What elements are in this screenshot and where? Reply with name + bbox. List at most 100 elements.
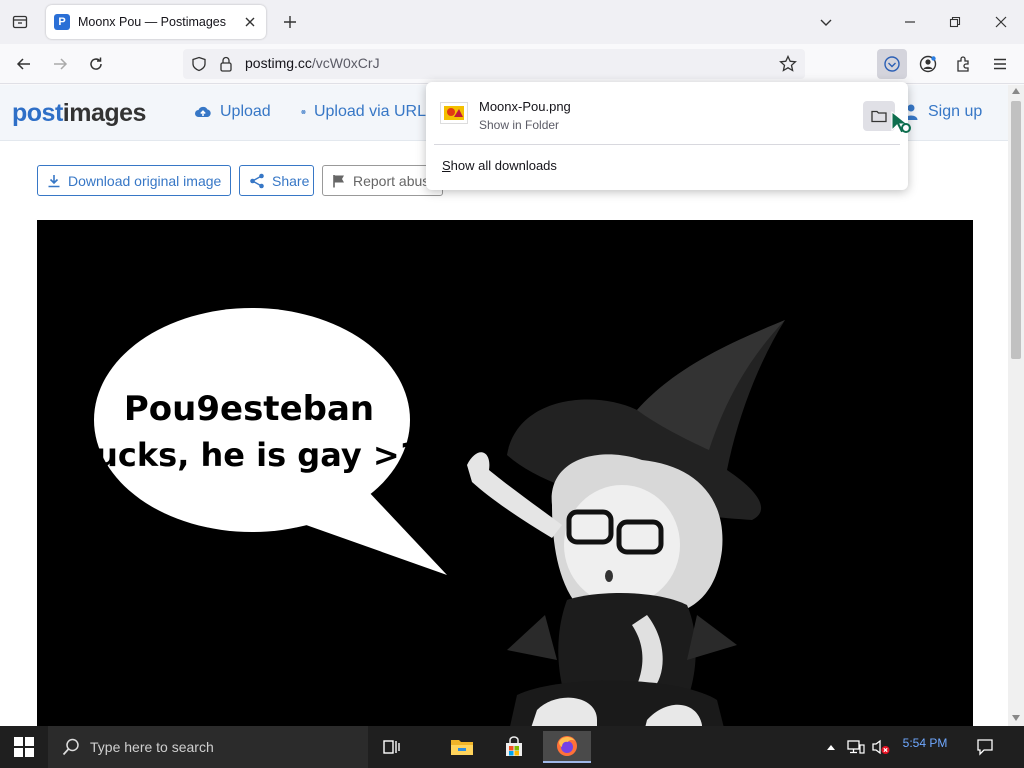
speech-text-line2: sucks, he is gay >3	[76, 436, 422, 474]
task-view-button[interactable]	[368, 731, 416, 763]
close-window-button[interactable]	[987, 8, 1015, 36]
tab-title: Moonx Pou — Postimages	[78, 15, 226, 29]
show-all-accesskey: S	[442, 158, 451, 173]
windows-logo-icon	[14, 737, 34, 757]
back-button[interactable]	[10, 50, 38, 78]
firefox-taskbar-button[interactable]	[543, 731, 591, 763]
download-label: Download original image	[68, 172, 222, 189]
windows-taskbar: Type here to search 5:54 PM	[0, 726, 1024, 768]
notification-icon	[977, 739, 993, 756]
downloads-panel: Moonx-Pou.png Show in Folder Show all do…	[426, 82, 908, 190]
search-icon	[62, 738, 79, 756]
volume-muted-icon	[872, 739, 890, 755]
address-bar[interactable]: postimg.cc/vcW0xCrJ	[183, 49, 805, 79]
app-menu-button[interactable]	[986, 50, 1014, 78]
tracking-protection-button[interactable]	[191, 56, 207, 72]
show-all-downloads-button[interactable]: Show all downloads	[442, 158, 557, 173]
downloads-separator	[434, 144, 900, 145]
download-item[interactable]: Moonx-Pou.png Show in Folder	[432, 90, 902, 140]
site-info-button[interactable]	[219, 56, 233, 72]
share-label: Share	[272, 172, 310, 189]
download-original-image-button[interactable]: Download original image	[37, 165, 231, 196]
tab-strip: P Moonx Pou — Postimages	[0, 0, 1024, 44]
anime-witch-illustration: Pou9esteban sucks, he is gay >3	[37, 220, 973, 726]
upload-via-url-link[interactable]: Upload via URL	[301, 103, 426, 121]
volume-button[interactable]	[871, 726, 891, 768]
active-tab[interactable]: P Moonx Pou — Postimages	[46, 5, 266, 39]
logo-part-post: post	[12, 99, 63, 127]
network-icon	[847, 740, 865, 754]
navigation-toolbar: postimg.cc/vcW0xCrJ	[0, 44, 1024, 84]
lock-icon	[220, 56, 232, 72]
download-file-name: Moonx-Pou.png	[479, 99, 571, 114]
search-placeholder: Type here to search	[90, 739, 214, 755]
page-scrollbar[interactable]	[1008, 85, 1024, 726]
scrollbar-thumb[interactable]	[1011, 101, 1021, 359]
sign-up-label: Sign up	[928, 103, 983, 120]
plus-icon	[284, 16, 296, 28]
start-button[interactable]	[0, 726, 48, 768]
logo-part-images: images	[62, 99, 147, 127]
image-file-icon	[440, 102, 468, 124]
file-explorer-button[interactable]	[438, 731, 486, 763]
tab-close-button[interactable]	[242, 14, 258, 30]
show-all-label: how all downloads	[450, 158, 557, 173]
puzzle-icon	[957, 56, 969, 72]
show-hidden-icons-button[interactable]	[826, 726, 836, 768]
forward-button[interactable]	[46, 50, 74, 78]
taskbar-search-box[interactable]: Type here to search	[48, 726, 368, 768]
globe-icon	[301, 109, 306, 115]
new-tab-button[interactable]	[278, 10, 302, 34]
network-status-icon-button[interactable]	[847, 726, 865, 768]
report-abuse-label: Report abuse	[353, 172, 438, 189]
store-icon	[506, 736, 522, 756]
report-abuse-button[interactable]: Report abuse	[322, 165, 443, 196]
speech-text-line1: Pou9esteban	[124, 389, 374, 429]
chevron-down-icon	[820, 19, 832, 26]
flag-icon	[333, 174, 344, 187]
shield-icon	[192, 56, 206, 72]
postimages-favicon-icon: P	[54, 14, 70, 30]
action-center-button[interactable]	[970, 736, 1000, 758]
extensions-button[interactable]	[950, 50, 978, 78]
hosted-image[interactable]: Pou9esteban sucks, he is gay >3	[37, 220, 973, 726]
star-icon	[779, 55, 797, 72]
tab-list-icon	[12, 15, 28, 29]
upload-link[interactable]: Upload	[194, 103, 271, 121]
account-button[interactable]	[914, 50, 942, 78]
close-icon	[245, 17, 255, 27]
microsoft-store-button[interactable]	[490, 731, 538, 763]
minimize-button[interactable]	[896, 8, 924, 36]
postimages-logo[interactable]: postimages	[12, 99, 146, 128]
hamburger-menu-icon	[994, 58, 1006, 70]
upload-via-url-label: Upload via URL	[313, 103, 426, 120]
scroll-up-arrow-icon	[1012, 88, 1020, 94]
firefox-icon	[557, 736, 577, 756]
cloud-upload-icon	[195, 106, 211, 117]
download-icon	[48, 174, 60, 187]
url-path: /vcW0xCrJ	[311, 55, 380, 71]
mouse-cursor-icon	[891, 110, 911, 134]
reload-icon	[90, 57, 102, 70]
taskbar-clock[interactable]: 5:54 PM	[895, 736, 955, 750]
url-text: postimg.cc/vcW0xCrJ	[245, 55, 380, 73]
bookmark-star-button[interactable]	[779, 55, 797, 73]
task-view-icon	[383, 740, 400, 754]
folder-icon	[451, 740, 473, 755]
chevron-up-icon	[827, 745, 835, 750]
arrow-left-icon	[16, 58, 30, 70]
arrow-right-icon	[54, 58, 68, 70]
tab-list-button[interactable]	[8, 10, 32, 34]
restore-button[interactable]	[941, 8, 969, 36]
url-domain: postimg.cc	[245, 55, 312, 71]
minimize-icon	[905, 21, 915, 23]
upload-label: Upload	[220, 103, 271, 120]
account-icon	[919, 55, 937, 73]
folder-icon	[871, 110, 887, 123]
reload-button[interactable]	[82, 50, 110, 78]
list-all-tabs-button[interactable]	[812, 8, 840, 36]
download-check-icon	[884, 56, 900, 72]
share-button[interactable]: Share	[239, 165, 314, 196]
close-icon	[995, 16, 1007, 28]
downloads-button[interactable]	[877, 49, 907, 79]
